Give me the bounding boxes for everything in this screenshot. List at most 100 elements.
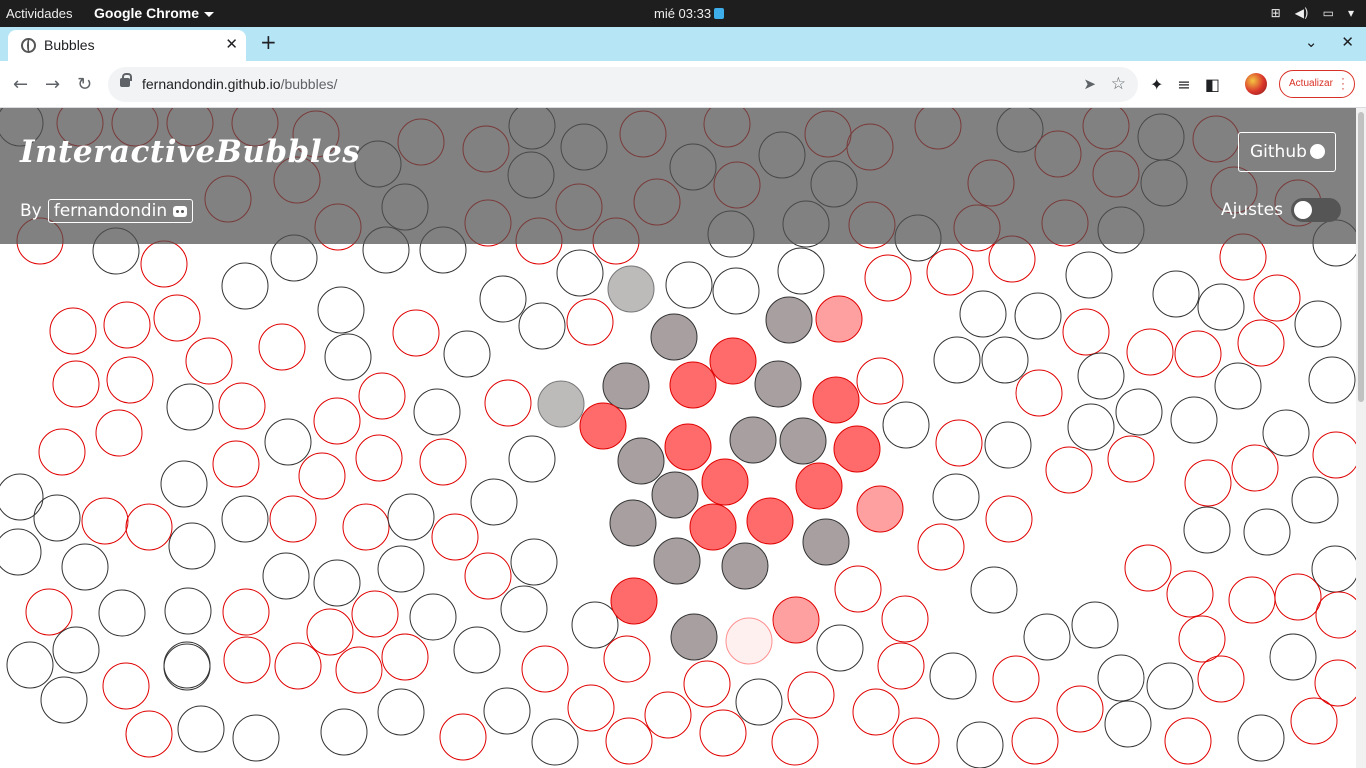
lock-icon[interactable]: [120, 73, 132, 87]
active-bubble[interactable]: [664, 423, 712, 471]
bubble[interactable]: [699, 709, 747, 757]
bubble[interactable]: [377, 688, 425, 736]
active-bubble[interactable]: [812, 376, 860, 424]
bubble[interactable]: [510, 538, 558, 586]
profile-avatar[interactable]: [1245, 73, 1267, 95]
bubble[interactable]: [1308, 356, 1356, 404]
bubble[interactable]: [221, 495, 269, 543]
bubble[interactable]: [166, 383, 214, 431]
bubble[interactable]: [439, 713, 487, 761]
bubble[interactable]: [52, 360, 100, 408]
bubble[interactable]: [877, 642, 925, 690]
forward-icon[interactable]: →: [45, 74, 60, 95]
active-bubble[interactable]: [617, 437, 665, 485]
bookmark-star-icon[interactable]: ☆: [1111, 74, 1126, 94]
bubble[interactable]: [351, 590, 399, 638]
back-icon[interactable]: ←: [13, 74, 28, 95]
active-bubble[interactable]: [650, 313, 698, 361]
active-bubble[interactable]: [579, 402, 627, 450]
active-bubble[interactable]: [607, 265, 655, 313]
bubble[interactable]: [269, 495, 317, 543]
active-bubble[interactable]: [609, 499, 657, 547]
bubble[interactable]: [163, 641, 211, 689]
active-bubble[interactable]: [802, 518, 850, 566]
bubble[interactable]: [683, 660, 731, 708]
bubble[interactable]: [892, 717, 940, 765]
bubble[interactable]: [61, 543, 109, 591]
bubble[interactable]: [1170, 396, 1218, 444]
bubble[interactable]: [125, 710, 173, 758]
bubble[interactable]: [1152, 270, 1200, 318]
bubble[interactable]: [1183, 506, 1231, 554]
bubble[interactable]: [431, 513, 479, 561]
bubble[interactable]: [0, 473, 44, 521]
bubble[interactable]: [665, 261, 713, 309]
bubble[interactable]: [221, 262, 269, 310]
bubble[interactable]: [777, 247, 825, 295]
update-button[interactable]: Actualizar · · ·: [1279, 70, 1355, 98]
bubble[interactable]: [1056, 685, 1104, 733]
bubble[interactable]: [168, 522, 216, 570]
bubble[interactable]: [985, 495, 1033, 543]
bubble[interactable]: [1243, 508, 1291, 556]
settings-toggle[interactable]: [1290, 198, 1341, 222]
bubble[interactable]: [852, 688, 900, 736]
bubble[interactable]: [264, 418, 312, 466]
bubble[interactable]: [1214, 362, 1262, 410]
bubble[interactable]: [1290, 697, 1338, 745]
bubble[interactable]: [306, 608, 354, 656]
bubble[interactable]: [508, 435, 556, 483]
bubble[interactable]: [959, 290, 1007, 338]
bubble[interactable]: [95, 409, 143, 457]
active-bubble[interactable]: [610, 577, 658, 625]
bubble[interactable]: [644, 691, 692, 739]
bubble[interactable]: [926, 248, 974, 296]
bubble[interactable]: [1178, 615, 1226, 663]
more-vert-icon[interactable]: · · ·: [1341, 72, 1345, 94]
bubble[interactable]: [33, 494, 81, 542]
bubble[interactable]: [1104, 700, 1152, 748]
bubble[interactable]: [358, 372, 406, 420]
active-bubble[interactable]: [602, 362, 650, 410]
tab-bubbles[interactable]: Bubbles ✕: [8, 30, 246, 61]
scrollbar-thumb[interactable]: [1358, 112, 1364, 402]
active-bubble[interactable]: [772, 596, 820, 644]
bubble[interactable]: [1166, 570, 1214, 618]
active-bubble[interactable]: [537, 380, 585, 428]
bubble[interactable]: [917, 523, 965, 571]
bubble[interactable]: [392, 309, 440, 357]
tab-search-chevron-icon[interactable]: ⌄: [1305, 33, 1318, 51]
active-bubble[interactable]: [746, 497, 794, 545]
bubble[interactable]: [929, 652, 977, 700]
bubble[interactable]: [1097, 654, 1145, 702]
bubble[interactable]: [102, 662, 150, 710]
bubble[interactable]: [164, 587, 212, 635]
active-bubble[interactable]: [689, 503, 737, 551]
bubble[interactable]: [387, 493, 435, 541]
bubble[interactable]: [816, 624, 864, 672]
bubble[interactable]: [1291, 476, 1339, 524]
bubble[interactable]: [1015, 369, 1063, 417]
bubble[interactable]: [25, 588, 73, 636]
bubble[interactable]: [771, 718, 819, 766]
bubble[interactable]: [381, 633, 429, 681]
active-bubble[interactable]: [725, 617, 773, 665]
bubble[interactable]: [298, 452, 346, 500]
active-bubble[interactable]: [651, 471, 699, 519]
bubble[interactable]: [1269, 633, 1317, 681]
url-text[interactable]: fernandondin.github.io/bubbles/: [142, 76, 337, 92]
bubble[interactable]: [1312, 431, 1356, 479]
close-tab-icon[interactable]: ✕: [225, 35, 238, 53]
bubble[interactable]: [1262, 409, 1310, 457]
bubble[interactable]: [1164, 717, 1212, 765]
bubble[interactable]: [1071, 601, 1119, 649]
active-bubble[interactable]: [754, 360, 802, 408]
bubble[interactable]: [106, 356, 154, 404]
bubble[interactable]: [1237, 714, 1285, 762]
bubble[interactable]: [98, 589, 146, 637]
bubble[interactable]: [531, 718, 579, 766]
active-bubble[interactable]: [795, 462, 843, 510]
media-queue-icon[interactable]: ≡: [1177, 75, 1190, 94]
active-bubble[interactable]: [729, 416, 777, 464]
clock[interactable]: mié 03:33: [654, 6, 725, 21]
